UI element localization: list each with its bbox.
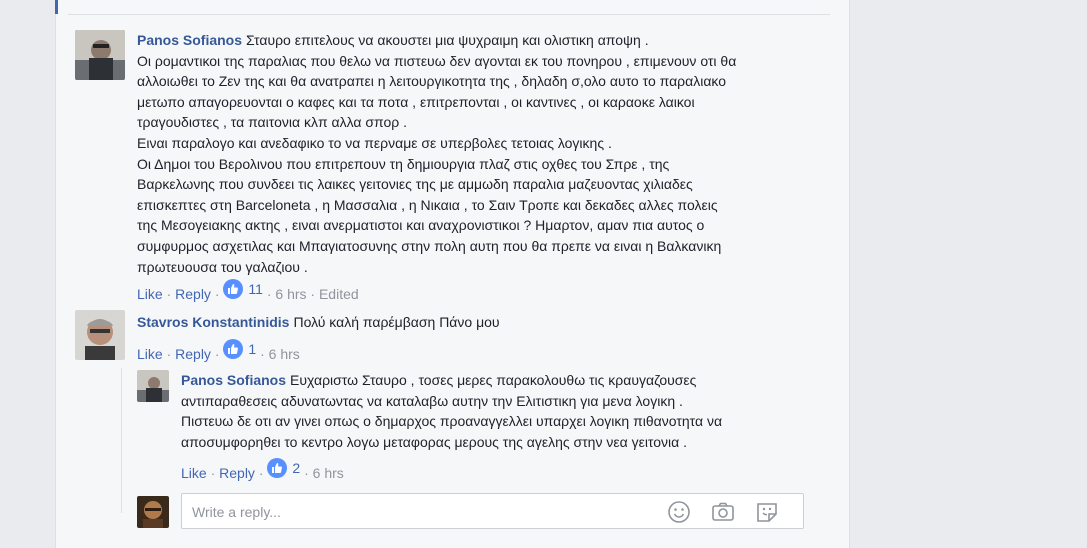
like-button[interactable]: Like — [137, 286, 163, 302]
comment-text-line: Πολύ καλή παρέμβαση Πάνο μου — [293, 314, 500, 330]
reply-button[interactable]: Reply — [175, 286, 211, 302]
thumbs-up-icon — [223, 339, 244, 359]
comment-text-line: αποσυμφορηθει το κεντρο λογω μεταφορας μ… — [181, 433, 688, 450]
reply-comment: Panos Sofianos Ευχαριστω Σταυρο , τοσες μ… — [137, 370, 827, 481]
comment-text-line: Οι ρομαντικοι της παραλιας που θελω να π… — [137, 52, 737, 69]
comment-text-line: της Μεσογειακης ακτης , ειναι ανερματιστ… — [137, 217, 705, 234]
separator: · — [304, 465, 313, 481]
reaction-count[interactable]: 2 — [267, 458, 300, 478]
comment-actions: Like · Reply · 11 · 6 hrs · Edited — [137, 279, 359, 302]
reaction-count[interactable]: 11 — [223, 279, 263, 299]
comment-text-line: επισκεπτες στη Barceloneta , η Μασσαλια … — [137, 196, 718, 213]
smiley-icon[interactable] — [666, 499, 692, 525]
separator: · — [260, 346, 269, 362]
like-count: 11 — [248, 281, 263, 297]
like-button[interactable]: Like — [181, 465, 207, 481]
reply-button[interactable]: Reply — [219, 465, 255, 481]
comment-text-line: πρωτευουσα του γαλαζιου . — [137, 258, 308, 275]
comment-text-line: αντιπαραθεσεις αδυνατωντας να καταλαβω α… — [181, 392, 683, 409]
divider — [68, 14, 830, 15]
comment: Panos Sofianos Σταυρο επιτελους να ακουστ… — [75, 30, 817, 302]
comment-body: Panos Sofianos Ευχαριστω Σταυρο , τοσες μ… — [181, 370, 821, 452]
separator: · — [310, 286, 319, 302]
comment-text-line: Οι Δημοι του Βερολινου που επιτρεπουν τη… — [137, 155, 670, 172]
comment-body: Panos Sofianos Σταυρο επιτελους να ακουστ… — [137, 30, 817, 277]
thumbs-up-icon — [267, 458, 288, 478]
comment-text-line: Ειναι παραλογο και ανεδαφικο το να περνα… — [137, 134, 612, 151]
reply-button[interactable]: Reply — [175, 346, 211, 362]
like-count: 2 — [292, 460, 301, 476]
separator: · — [258, 465, 268, 481]
edited-label[interactable]: Edited — [319, 286, 359, 302]
reaction-count[interactable]: 1 — [223, 339, 256, 359]
comment-text-line: Σταυρο επιτελους να ακουστει μια ψυχραιμ… — [246, 32, 649, 48]
comment-text-line: Πιστευω δε οτι αν γινει οπως ο δημαρχος … — [181, 413, 723, 430]
like-count: 1 — [248, 341, 257, 357]
accent-line — [55, 0, 58, 14]
separator: · — [214, 286, 224, 302]
thread-line — [121, 368, 122, 513]
comment-text-line: Ευχαριστω Σταυρο , τοσες μερες παρακολου… — [290, 372, 697, 388]
comment-author[interactable]: Stavros Konstantinidis — [137, 314, 289, 330]
comment-text-line: Βαρκελωνης που συνδεει τις λαικες γειτον… — [137, 176, 693, 193]
reply-input[interactable] — [190, 501, 654, 523]
current-user-avatar — [137, 496, 169, 528]
timestamp[interactable]: 6 hrs — [269, 346, 300, 362]
camera-icon[interactable] — [710, 499, 736, 525]
separator: · — [166, 346, 176, 362]
like-button[interactable]: Like — [137, 346, 163, 362]
avatar[interactable] — [75, 30, 125, 80]
comment-text-line: τραγουδιστες , τα παιτονια κλπ αλλα σπορ… — [137, 114, 407, 131]
timestamp[interactable]: 6 hrs — [313, 465, 344, 481]
avatar[interactable] — [75, 310, 125, 360]
comment-actions: Like · Reply · 1 · 6 hrs — [137, 339, 300, 362]
comment-text-line: αλλοιωθει το Ζεν της και θα ανατραπει η … — [137, 73, 727, 90]
thumbs-up-icon — [223, 279, 244, 299]
comment-actions: Like · Reply · 2 · 6 hrs — [181, 458, 344, 481]
comment-body: Stavros Konstantinidis Πολύ καλή παρέμβασ… — [137, 312, 817, 333]
comment-text-line: συμφυρμος ασχετιλας και Μπαγιατοσυνης στ… — [137, 237, 722, 254]
timestamp[interactable]: 6 hrs — [275, 286, 306, 302]
separator: · — [166, 286, 176, 302]
comment-author[interactable]: Panos Sofianos — [181, 372, 286, 388]
avatar[interactable] — [137, 370, 169, 402]
comment-author[interactable]: Panos Sofianos — [137, 32, 242, 48]
reply-composer — [181, 493, 804, 529]
separator: · — [214, 346, 224, 362]
comment: Stavros Konstantinidis Πολύ καλή παρέμβασ… — [75, 310, 815, 365]
separator: · — [210, 465, 220, 481]
sticker-icon[interactable] — [754, 499, 780, 525]
comment-text-line: μετωπο απαγορευονται ο καφες και τα ποτα… — [137, 93, 695, 110]
